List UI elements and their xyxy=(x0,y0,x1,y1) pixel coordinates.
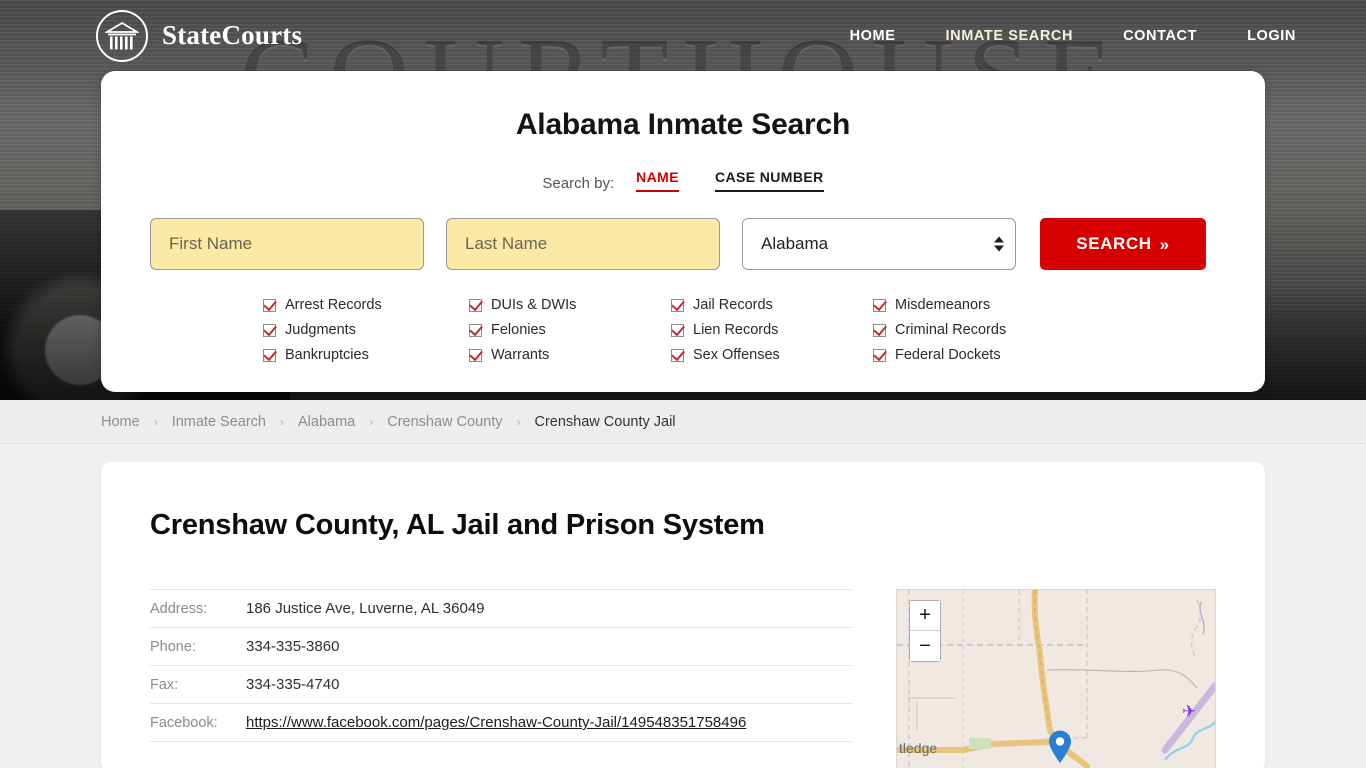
checkbox-checked-icon xyxy=(469,298,482,312)
feature-label: Arrest Records xyxy=(285,297,382,313)
first-name-input[interactable] xyxy=(150,218,424,270)
brand-logo[interactable]: StateCourts xyxy=(96,9,303,62)
row-label: Phone: xyxy=(150,638,196,655)
facility-body: Address: 186 Justice Ave, Luverne, AL 36… xyxy=(150,589,1216,768)
checkbox-checked-icon xyxy=(671,298,684,312)
breadcrumb-item-inmate-search[interactable]: Inmate Search xyxy=(172,414,266,430)
checkbox-checked-icon xyxy=(263,298,276,312)
search-button[interactable]: SEARCH » xyxy=(1040,218,1206,270)
table-row: Facebook: https://www.facebook.com/pages… xyxy=(150,704,852,742)
location-map[interactable]: + − tledge ✈ xyxy=(896,589,1216,768)
search-by-label: Search by: xyxy=(542,175,615,192)
facility-card: Crenshaw County, AL Jail and Prison Syst… xyxy=(101,462,1265,768)
chevron-right-icon: › xyxy=(369,414,374,429)
hero-header: COURTHOUSE StateCourts HOME INMATE SEARC… xyxy=(0,0,1366,400)
top-navigation-bar: StateCourts HOME INMATE SEARCH CONTACT L… xyxy=(0,0,1366,71)
checkbox-checked-icon xyxy=(873,348,886,362)
feature-label: Criminal Records xyxy=(895,322,1007,338)
last-name-input[interactable] xyxy=(446,218,720,270)
double-chevron-right-icon: » xyxy=(1159,234,1170,254)
feature-label: Bankruptcies xyxy=(285,347,369,363)
feature-item[interactable]: Misdemeanors xyxy=(873,297,1103,313)
checkbox-checked-icon xyxy=(469,348,482,362)
row-value-address: 186 Justice Ave, Luverne, AL 36049 xyxy=(246,600,485,617)
row-value-fax: 334-335-4740 xyxy=(246,676,340,693)
table-row: Phone: 334-335-3860 xyxy=(150,628,852,666)
facility-info-table: Address: 186 Justice Ave, Luverne, AL 36… xyxy=(150,589,852,742)
row-label: Facebook: xyxy=(150,714,218,731)
checkbox-checked-icon xyxy=(671,348,684,362)
checkbox-checked-icon xyxy=(873,323,886,337)
table-row: Fax: 334-335-4740 xyxy=(150,666,852,704)
nav-item-contact[interactable]: CONTACT xyxy=(1123,28,1197,44)
nav-item-home[interactable]: HOME xyxy=(850,28,896,44)
feature-item[interactable]: Sex Offenses xyxy=(671,347,873,363)
tab-name[interactable]: NAME xyxy=(636,169,679,192)
breadcrumb: Home › Inmate Search › Alabama › Crensha… xyxy=(0,400,1366,444)
feature-label: Misdemeanors xyxy=(895,297,991,313)
feature-label: Lien Records xyxy=(693,322,779,338)
feature-label: Felonies xyxy=(491,322,546,338)
main-content: Crenshaw County, AL Jail and Prison Syst… xyxy=(0,444,1366,768)
main-nav: HOME INMATE SEARCH CONTACT LOGIN xyxy=(850,28,1296,44)
facebook-link[interactable]: https://www.facebook.com/pages/Crenshaw-… xyxy=(246,714,746,731)
feature-checklist: Arrest Records DUIs & DWIs Jail Records … xyxy=(150,297,1216,363)
tab-case-number[interactable]: CASE NUMBER xyxy=(714,169,824,192)
checkbox-checked-icon xyxy=(671,323,684,337)
feature-item[interactable]: Jail Records xyxy=(671,297,873,313)
chevron-right-icon: › xyxy=(516,414,521,429)
search-button-label: SEARCH xyxy=(1076,234,1152,253)
row-value-phone: 334-335-3860 xyxy=(246,638,340,655)
breadcrumb-item-current: Crenshaw County Jail xyxy=(534,413,676,430)
table-row: Address: 186 Justice Ave, Luverne, AL 36… xyxy=(150,589,852,628)
feature-item[interactable]: Bankruptcies xyxy=(263,347,469,363)
map-zoom-in-button[interactable]: + xyxy=(910,601,940,631)
search-by-tabs: Search by: NAME CASE NUMBER xyxy=(150,166,1216,192)
search-form: Alabama SEARCH » xyxy=(150,218,1216,270)
feature-label: Sex Offenses xyxy=(693,347,780,363)
inmate-search-panel: Alabama Inmate Search Search by: NAME CA… xyxy=(101,71,1265,392)
facility-info: Address: 186 Justice Ave, Luverne, AL 36… xyxy=(150,589,852,768)
feature-label: DUIs & DWIs xyxy=(491,297,577,313)
feature-item[interactable]: Judgments xyxy=(263,322,469,338)
page-title: Crenshaw County, AL Jail and Prison Syst… xyxy=(150,509,765,541)
courthouse-icon xyxy=(96,9,148,62)
search-panel-title: Alabama Inmate Search xyxy=(515,108,851,141)
checkbox-checked-icon xyxy=(263,323,276,337)
feature-item[interactable]: Lien Records xyxy=(671,322,873,338)
feature-label: Warrants xyxy=(491,347,550,363)
feature-item[interactable]: DUIs & DWIs xyxy=(469,297,671,313)
state-select-value[interactable]: Alabama xyxy=(742,218,1016,270)
checkbox-checked-icon xyxy=(873,298,886,312)
brand-name: StateCourts xyxy=(162,20,303,50)
breadcrumb-item-home[interactable]: Home xyxy=(101,414,140,430)
map-place-label: tledge xyxy=(899,740,938,756)
feature-item[interactable]: Arrest Records xyxy=(263,297,469,313)
feature-item[interactable]: Warrants xyxy=(469,347,671,363)
map-zoom-out-button[interactable]: − xyxy=(910,631,940,661)
row-label: Fax: xyxy=(150,676,179,693)
feature-item[interactable]: Felonies xyxy=(469,322,671,338)
feature-item[interactable]: Criminal Records xyxy=(873,322,1103,338)
feature-label: Federal Dockets xyxy=(895,347,1001,363)
feature-label: Judgments xyxy=(285,322,356,338)
chevron-right-icon: › xyxy=(280,414,284,429)
nav-item-inmate-search[interactable]: INMATE SEARCH xyxy=(946,28,1074,44)
map-zoom-controls: + − xyxy=(909,600,941,662)
feature-item[interactable]: Federal Dockets xyxy=(873,347,1103,363)
checkbox-checked-icon xyxy=(263,348,276,362)
row-label: Address: xyxy=(150,600,208,617)
location-pin-icon[interactable] xyxy=(1047,730,1073,764)
map-container: + − tledge ✈ xyxy=(896,589,1216,768)
breadcrumb-item-alabama[interactable]: Alabama xyxy=(298,414,355,430)
feature-label: Jail Records xyxy=(693,297,773,313)
nav-item-login[interactable]: LOGIN xyxy=(1247,28,1296,44)
state-select[interactable]: Alabama xyxy=(742,218,1016,270)
checkbox-checked-icon xyxy=(469,323,482,337)
airplane-icon: ✈ xyxy=(1182,702,1197,721)
breadcrumb-item-crenshaw-county[interactable]: Crenshaw County xyxy=(387,414,502,430)
chevron-right-icon: › xyxy=(153,414,158,429)
